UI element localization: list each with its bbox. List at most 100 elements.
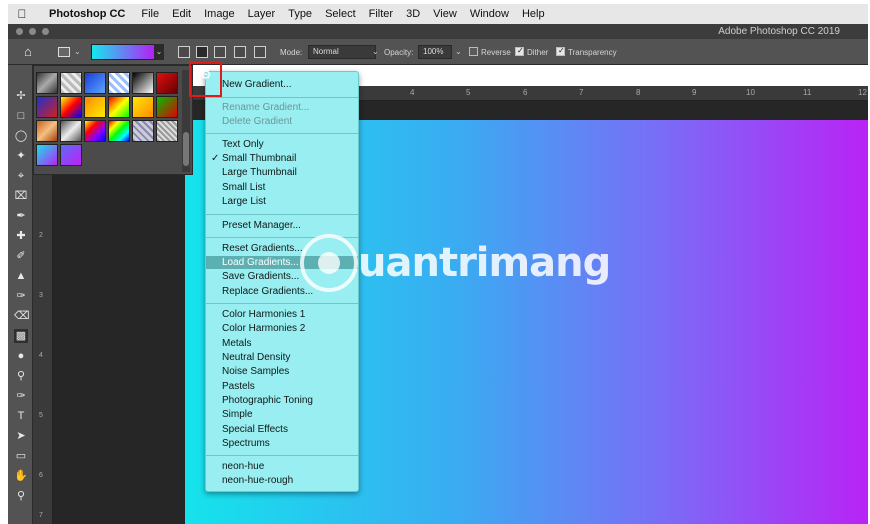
menu-filter[interactable]: Filter (369, 8, 393, 20)
home-icon[interactable]: ⌂ (24, 44, 32, 59)
close-window-button[interactable] (16, 28, 23, 35)
gradient-preview-swatch[interactable] (91, 44, 155, 60)
menu-item-special-effects[interactable]: Special Effects (222, 424, 288, 435)
menu-item-text-only[interactable]: Text Only (222, 139, 264, 150)
gradient-swatch[interactable] (60, 120, 82, 142)
mode-chevron-icon[interactable]: ⌄ (372, 47, 379, 56)
menu-item-small-thumbnail[interactable]: Small Thumbnail (222, 153, 296, 164)
menu-item-color-harmonies-2[interactable]: Color Harmonies 2 (222, 323, 305, 334)
gradient-swatch[interactable] (132, 120, 154, 142)
menu-help[interactable]: Help (522, 8, 545, 20)
menu-edit[interactable]: Edit (172, 8, 191, 20)
menu-3d[interactable]: 3D (406, 8, 420, 20)
menu-item-photographic-toning[interactable]: Photographic Toning (222, 395, 313, 406)
menu-item-spectrums[interactable]: Spectrums (222, 438, 270, 449)
menu-item-large-list[interactable]: Large List (222, 196, 266, 207)
menu-file[interactable]: File (141, 8, 159, 20)
crop-tool-icon[interactable]: ⌖ (14, 169, 28, 183)
quick-select-tool-icon[interactable]: ✦ (14, 149, 28, 163)
frame-tool-icon[interactable]: ⌧ (14, 189, 28, 203)
gradient-swatch[interactable] (84, 120, 106, 142)
opacity-field[interactable]: 100% (418, 45, 452, 59)
linear-gradient-button[interactable] (178, 46, 190, 58)
blur-tool-icon[interactable]: ● (14, 349, 28, 363)
move-tool-icon[interactable]: ✢ (14, 89, 28, 103)
transparency-checkbox[interactable] (556, 46, 565, 56)
menu-type[interactable]: Type (288, 8, 312, 20)
clone-stamp-tool-icon[interactable]: ▲ (14, 269, 28, 283)
angle-gradient-button[interactable] (214, 46, 226, 58)
gradient-swatch[interactable] (132, 96, 154, 118)
menu-item-metals[interactable]: Metals (222, 338, 251, 349)
menu-select[interactable]: Select (325, 8, 356, 20)
ruler-v-tick: 5 (39, 412, 43, 419)
gradient-swatch[interactable] (156, 72, 178, 94)
menu-view[interactable]: View (433, 8, 457, 20)
menu-item-large-thumbnail[interactable]: Large Thumbnail (222, 167, 297, 178)
menu-layer[interactable]: Layer (248, 8, 276, 20)
diamond-gradient-button[interactable] (254, 46, 266, 58)
reflected-gradient-button[interactable] (234, 46, 246, 58)
menu-item-neon-hue[interactable]: neon-hue (222, 461, 264, 472)
menu-item-small-list[interactable]: Small List (222, 182, 265, 193)
menu-image[interactable]: Image (204, 8, 235, 20)
mode-label: Mode: (280, 48, 303, 57)
path-selection-tool-icon[interactable]: ➤ (14, 429, 28, 443)
gradient-settings-button[interactable]: ⚙ (189, 61, 222, 97)
gradient-swatch[interactable] (132, 72, 154, 94)
menu-item-noise-samples[interactable]: Noise Samples (222, 366, 289, 377)
lasso-tool-icon[interactable]: ◯ (14, 129, 28, 143)
gradient-picker-toggle[interactable]: ⌄ (154, 44, 164, 60)
menu-item-pastels[interactable]: Pastels (222, 381, 255, 392)
menu-item-simple[interactable]: Simple (222, 409, 253, 420)
menu-app-name[interactable]: Photoshop CC (49, 8, 125, 20)
gradient-swatch[interactable] (84, 72, 106, 94)
transparency-label: Transparency (568, 48, 617, 57)
gradient-tool-preset-icon[interactable] (58, 47, 70, 57)
gradient-swatch[interactable] (156, 96, 178, 118)
gradient-swatch[interactable] (108, 96, 130, 118)
apple-menu-icon[interactable]:  (8, 7, 36, 21)
opacity-chevron-icon[interactable]: ⌄ (455, 47, 462, 56)
mode-select[interactable]: Normal (308, 45, 376, 59)
radial-gradient-button[interactable] (196, 46, 208, 58)
gradient-swatch[interactable] (36, 96, 58, 118)
gradient-swatch[interactable] (84, 96, 106, 118)
brush-tool-icon[interactable]: ✐ (14, 249, 28, 263)
gradient-tool-icon[interactable]: ▩ (14, 329, 28, 343)
menu-item-color-harmonies-1[interactable]: Color Harmonies 1 (222, 309, 305, 320)
gradient-swatch[interactable] (36, 72, 58, 94)
zoom-window-button[interactable] (42, 28, 49, 35)
gradient-swatch[interactable] (36, 120, 58, 142)
type-tool-icon[interactable]: T (14, 409, 28, 423)
menu-window[interactable]: Window (470, 8, 509, 20)
zoom-tool-icon[interactable]: ⚲ (14, 489, 28, 503)
menu-item-reset-gradients[interactable]: Reset Gradients... (222, 243, 303, 254)
eraser-tool-icon[interactable]: ⌫ (14, 309, 30, 323)
scrollbar-thumb[interactable] (183, 132, 189, 166)
marquee-tool-icon[interactable]: □ (14, 109, 28, 123)
gradient-swatch[interactable] (60, 72, 82, 94)
eyedropper-tool-icon[interactable]: ✒ (14, 209, 28, 223)
gradient-swatch[interactable] (156, 120, 178, 142)
menu-item-preset-manager[interactable]: Preset Manager... (222, 220, 301, 231)
gradient-swatch[interactable] (108, 72, 130, 94)
pen-tool-icon[interactable]: ✑ (14, 389, 28, 403)
minimize-window-button[interactable] (29, 28, 36, 35)
dodge-tool-icon[interactable]: ⚲ (14, 369, 28, 383)
reverse-checkbox[interactable] (469, 47, 478, 56)
chevron-down-icon[interactable]: ⌄ (74, 47, 81, 56)
hand-tool-icon[interactable]: ✋ (14, 469, 28, 483)
gradient-swatch-neon-hue-rough[interactable] (60, 144, 82, 166)
healing-brush-tool-icon[interactable]: ✚ (14, 229, 28, 243)
menu-item-new-gradient[interactable]: New Gradient... (222, 79, 291, 90)
history-brush-tool-icon[interactable]: ✑ (14, 289, 28, 303)
menu-item-save-gradients[interactable]: Save Gradients... (222, 271, 299, 282)
dither-checkbox[interactable] (515, 46, 524, 56)
gradient-swatch[interactable] (108, 120, 130, 142)
gradient-swatch-neon-hue[interactable] (36, 144, 58, 166)
menu-item-neon-hue-rough[interactable]: neon-hue-rough (222, 475, 293, 486)
menu-item-neutral-density[interactable]: Neutral Density (222, 352, 290, 363)
rectangle-tool-icon[interactable]: ▭ (14, 449, 28, 463)
gradient-swatch[interactable] (60, 96, 82, 118)
